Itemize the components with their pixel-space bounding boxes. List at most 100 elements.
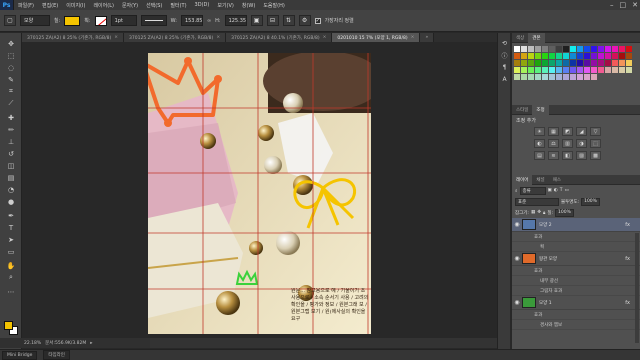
pen-tool-icon[interactable]: ✒ <box>5 211 17 220</box>
menu-3d[interactable]: 3D(D) <box>191 2 214 8</box>
menu-file[interactable]: 파일(F) <box>14 2 38 9</box>
path-alignment-icon[interactable]: ⊟ <box>266 15 279 26</box>
swatch-cell[interactable] <box>612 67 618 73</box>
swatch-cell[interactable] <box>570 67 576 73</box>
clone-stamp-tool-icon[interactable]: ⊥ <box>5 137 17 146</box>
swatch-cell[interactable] <box>584 74 590 80</box>
close-icon[interactable]: × <box>323 35 327 40</box>
eyedropper-tool-icon[interactable]: ⟋ <box>5 99 17 108</box>
path-select-tool-icon[interactable]: ➤ <box>5 235 17 244</box>
path-arrangement-icon[interactable]: ⇅ <box>282 15 295 26</box>
width-field[interactable]: 153.85 <box>180 15 203 26</box>
swatch-cell[interactable] <box>528 60 534 66</box>
tab-styles[interactable]: 스타일 <box>512 105 532 115</box>
eye-icon[interactable]: ◉ <box>512 299 522 306</box>
black-white-icon[interactable]: ▥ <box>562 139 573 148</box>
swatch-cell[interactable] <box>584 60 590 66</box>
fx-icon[interactable]: fx <box>625 300 630 306</box>
character-icon[interactable]: A <box>500 75 509 83</box>
brightness-icon[interactable]: ☀ <box>534 127 545 136</box>
threshold-icon[interactable]: ▨ <box>576 151 587 160</box>
minimize-button[interactable]: – <box>610 1 614 9</box>
menu-view[interactable]: 보기(V) <box>213 2 238 9</box>
swatch-cell[interactable] <box>626 67 632 73</box>
stroke-color-swatch[interactable] <box>94 15 107 26</box>
menu-edit[interactable]: 편집(E) <box>38 2 62 9</box>
swatch-cell[interactable] <box>514 67 520 73</box>
filter-image-icon[interactable]: ▣ <box>548 188 552 193</box>
layers-scrollbar[interactable] <box>635 233 639 343</box>
stroke-width-field[interactable]: 1pt <box>110 15 137 26</box>
close-icon[interactable]: × <box>114 35 118 40</box>
effect-row[interactable]: 내부 광선 <box>512 276 640 286</box>
swatch-cell[interactable] <box>514 74 520 80</box>
tab-mini-bridge[interactable]: Mini Bridge <box>2 350 38 360</box>
lock-all-icon[interactable]: 🔒︎ <box>543 210 545 216</box>
effect-row[interactable]: 효과 <box>512 232 640 242</box>
posterize-icon[interactable]: ◧ <box>562 151 573 160</box>
swatch-cell[interactable] <box>563 53 569 59</box>
swatch-cell[interactable] <box>584 67 590 73</box>
swatch-cell[interactable] <box>563 74 569 80</box>
status-arrow-icon[interactable]: ▸ <box>90 341 92 346</box>
swatch-grid[interactable] <box>514 46 632 92</box>
fx-icon[interactable]: fx <box>625 256 630 262</box>
shape-tool-icon[interactable]: ▭ <box>5 247 17 256</box>
history-brush-tool-icon[interactable]: ↺ <box>5 149 17 158</box>
document-canvas[interactable]: 원문... 참고용으로 예 / 기울이기 초 사용으로 / 소속 순서기 사용 … <box>148 53 371 334</box>
swatch-cell[interactable] <box>591 67 597 73</box>
photo-filter-icon[interactable]: ◑ <box>576 139 587 148</box>
fill-field[interactable]: 100% <box>555 208 574 217</box>
swatch-cell[interactable] <box>535 53 541 59</box>
zoom-tool-icon[interactable]: ⌕ <box>5 273 17 282</box>
swatch-cell[interactable] <box>556 67 562 73</box>
swatch-cell[interactable] <box>591 74 597 80</box>
swatch-cell[interactable] <box>521 46 527 52</box>
swatch-cell[interactable] <box>528 46 534 52</box>
swatch-cell[interactable] <box>535 74 541 80</box>
effect-row[interactable]: 경사와 엠보 <box>512 320 640 330</box>
menu-help[interactable]: 도움말(H) <box>259 2 288 9</box>
crop-tool-icon[interactable]: ⌗ <box>5 87 17 96</box>
menu-type[interactable]: 문자(Y) <box>118 2 142 9</box>
link-icon[interactable]: ∞ <box>207 18 211 24</box>
tab-color[interactable]: 색상 <box>512 33 528 43</box>
doc-tab[interactable]: 370125 ZA(A2) 8 25% (기존가, RGB/8) × <box>22 33 125 42</box>
menu-filter[interactable]: 필터(T) <box>166 2 190 9</box>
color-lookup-icon[interactable]: ▤ <box>534 151 545 160</box>
swatch-cell[interactable] <box>556 74 562 80</box>
doc-tab[interactable]: 370125 ZA(A2) 8 25% (기존가, RGB/8) × <box>124 33 227 42</box>
shape-mode-select[interactable]: 모양 <box>20 15 50 26</box>
layer-kind-select[interactable]: 종류 <box>519 186 546 195</box>
color-balance-icon[interactable]: ⚖ <box>548 139 559 148</box>
fill-color-swatch[interactable] <box>64 15 81 26</box>
swatch-cell[interactable] <box>556 46 562 52</box>
layer-row[interactable]: ◉ 왕관 모양 fx <box>512 252 640 266</box>
close-icon[interactable]: × <box>411 35 415 40</box>
swatch-cell[interactable] <box>528 74 534 80</box>
blend-mode-select[interactable]: 표준 <box>515 197 559 206</box>
tab-swatches[interactable]: 견본 <box>528 32 545 43</box>
marquee-tool-icon[interactable]: ⬚ <box>5 51 17 60</box>
type-tool-icon[interactable]: T <box>5 223 17 232</box>
swatch-cell[interactable] <box>577 74 583 80</box>
tab-timeline[interactable]: 타임라인 <box>43 350 70 360</box>
channel-mixer-icon[interactable]: ⬚ <box>590 139 601 148</box>
swatch-cell[interactable] <box>549 60 555 66</box>
tab-adjustments[interactable]: 조정 <box>532 104 549 115</box>
doc-tab[interactable]: 370125 ZA(A2) 8 40.1% (기존가, RGB/8) × <box>226 33 333 42</box>
swatch-cell[interactable] <box>542 60 548 66</box>
swatch-cell[interactable] <box>535 67 541 73</box>
lasso-tool-icon[interactable]: ◌ <box>5 63 17 72</box>
layer-row[interactable]: ◉ 모양 2 fx <box>512 218 640 232</box>
levels-icon[interactable]: ▦ <box>548 127 559 136</box>
swatch-cell[interactable] <box>542 46 548 52</box>
filter-type-icon[interactable]: T <box>560 188 563 193</box>
maximize-button[interactable]: □ <box>620 1 627 9</box>
invert-icon[interactable]: ≋ <box>548 151 559 160</box>
history-icon[interactable]: ⟲ <box>500 39 509 47</box>
curves-icon[interactable]: ◩ <box>562 127 573 136</box>
hue-saturation-icon[interactable]: ◐ <box>534 139 545 148</box>
move-tool-icon[interactable]: ✥ <box>5 39 17 48</box>
doc-tab-active[interactable]: 0201010 15 7% (모양 1, RGB/8) × <box>332 33 421 42</box>
